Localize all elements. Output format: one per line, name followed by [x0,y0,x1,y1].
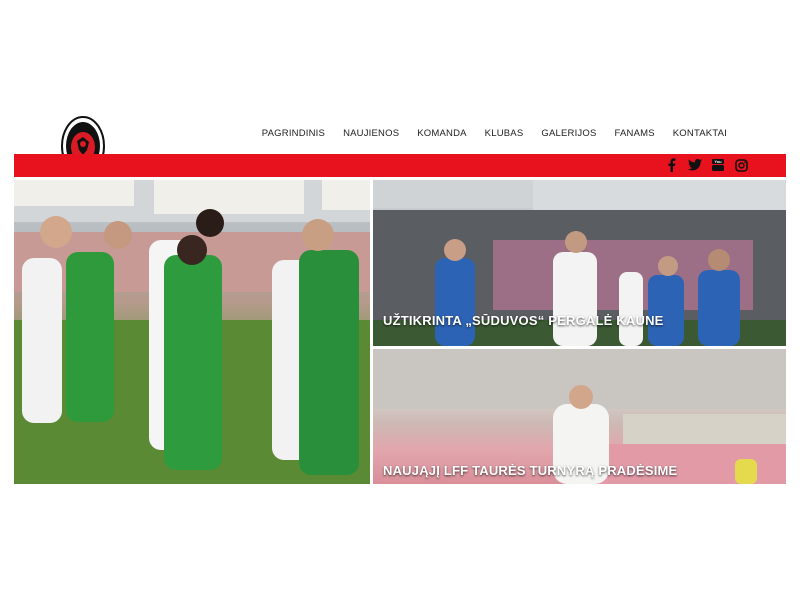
nav-item-pagrindinis[interactable]: PAGRINDINIS [253,128,334,139]
featured-title-2[interactable]: NAUJĄJĮ LFF TAURĖS TURNYRĄ PRADĖSIME [383,463,677,478]
featured-title-1[interactable]: UŽTIKRINTA „SŪDUVOS“ PERGALĖ KAUNE [383,313,664,328]
main-nav: PAGRINDINIS NAUJIENOS KOMANDA KLUBAS GAL… [253,128,736,139]
facebook-icon[interactable] [665,158,679,172]
featured-photo-players-handshake[interactable] [14,180,370,484]
nav-item-fanams[interactable]: FANAMS [606,128,664,139]
featured-photo-lff-cup[interactable]: NAUJĄJĮ LFF TAURĖS TURNYRĄ PRADĖSIME [373,349,786,484]
featured-photo-suduvos-win[interactable]: UŽTIKRINTA „SŪDUVOS“ PERGALĖ KAUNE [373,180,786,346]
twitter-icon[interactable] [688,158,702,172]
nav-item-galerijos[interactable]: GALERIJOS [532,128,605,139]
nav-item-klubas[interactable]: KLUBAS [476,128,533,139]
nav-item-naujienos[interactable]: NAUJIENOS [334,128,408,139]
instagram-icon[interactable] [734,158,748,172]
social-links: You [665,158,748,172]
youtube-icon[interactable]: You [711,158,725,172]
svg-text:You: You [714,159,722,164]
nav-item-kontaktai[interactable]: KONTAKTAI [664,128,736,139]
nav-item-komanda[interactable]: KOMANDA [408,128,475,139]
